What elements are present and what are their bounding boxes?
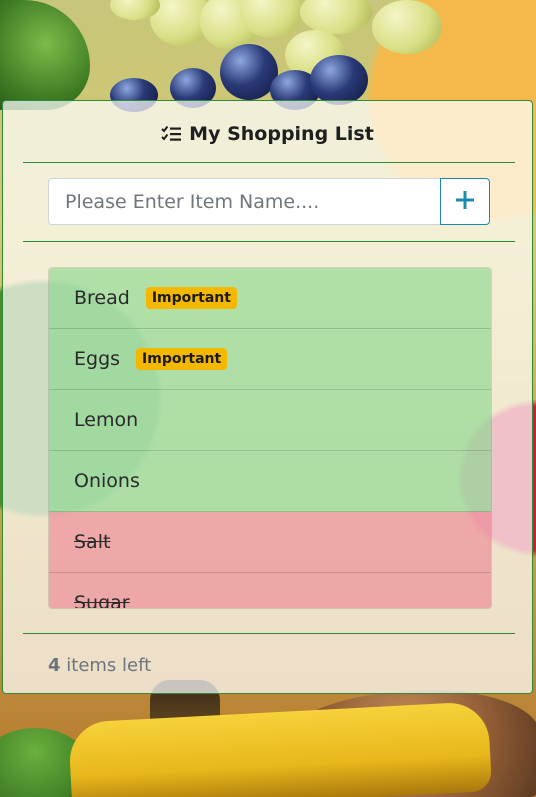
page-title: My Shopping List	[189, 123, 374, 145]
item-name: Lemon	[74, 409, 139, 431]
items-left-label: items left	[66, 655, 152, 676]
list-item[interactable]: Lemon	[49, 390, 491, 451]
list-item[interactable]: Bread Important	[49, 268, 491, 329]
item-name: Salt	[74, 531, 111, 553]
shopping-list-card: My Shopping List Bread Important Eggs Im…	[2, 100, 533, 694]
important-badge: Important	[136, 348, 228, 370]
add-item-button[interactable]	[440, 178, 490, 225]
items-left-count: 4	[48, 655, 61, 676]
item-name: Onions	[74, 470, 140, 492]
shopping-list: Bread Important Eggs Important Lemon Oni…	[48, 267, 492, 609]
list-item-completed[interactable]: Salt	[49, 512, 491, 573]
list-item-completed[interactable]: Sugar	[49, 573, 491, 609]
divider	[23, 162, 515, 163]
item-name-input[interactable]	[48, 178, 440, 225]
divider	[23, 241, 515, 242]
item-name: Bread	[74, 287, 130, 309]
card-header: My Shopping List	[3, 121, 532, 147]
list-item[interactable]: Eggs Important	[49, 329, 491, 390]
item-name: Eggs	[74, 348, 121, 370]
important-badge: Important	[145, 287, 237, 309]
list-item[interactable]: Onions	[49, 451, 491, 512]
items-left-counter: 4 items left	[48, 655, 151, 676]
add-item-form	[48, 178, 490, 225]
checklist-icon	[161, 125, 182, 143]
item-name: Sugar	[74, 592, 130, 609]
plus-icon	[456, 190, 474, 213]
divider	[23, 633, 515, 634]
